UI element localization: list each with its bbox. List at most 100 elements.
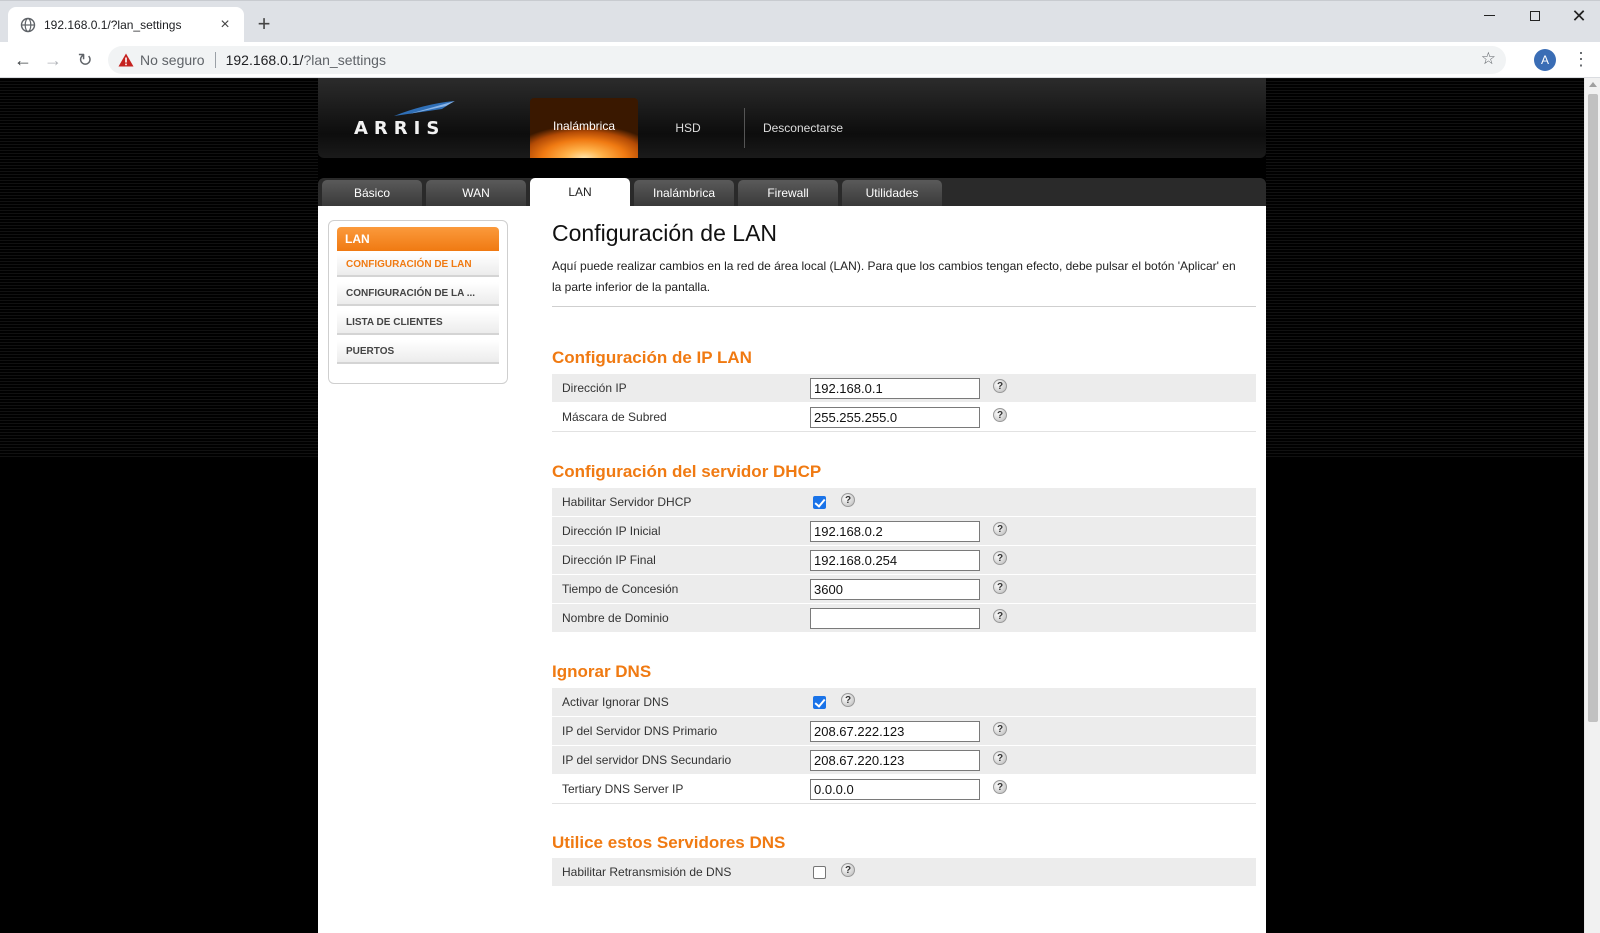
background-stripes-right	[1266, 78, 1584, 458]
sidebar-item-lan-config[interactable]: CONFIGURACIÓN DE LAN	[337, 253, 499, 277]
nav-divider	[744, 108, 745, 148]
help-icon[interactable]: ?	[993, 551, 1007, 565]
help-icon[interactable]: ?	[993, 722, 1007, 736]
tab-wan[interactable]: WAN	[426, 180, 526, 206]
help-icon[interactable]: ?	[993, 780, 1007, 794]
dns-override-enable-label: Activar Ignorar DNS	[562, 695, 669, 709]
row-subnet-mask: Máscara de Subred ?	[552, 403, 1256, 432]
page-description: Aquí puede realizar cambios en la red de…	[552, 259, 1236, 294]
dns-tertiary-label: Tertiary DNS Server IP	[562, 782, 684, 796]
arris-logo: ARRIS	[354, 100, 464, 140]
dhcp-end-label: Dirección IP Final	[562, 553, 656, 567]
bookmark-star-icon[interactable]: ☆	[1481, 49, 1496, 69]
url-path: ?lan_settings	[303, 52, 386, 68]
tab-title: 192.168.0.1/?lan_settings	[44, 18, 182, 32]
sidebar-item-client-list[interactable]: LISTA DE CLIENTES	[337, 311, 499, 335]
sidebar-item-ports[interactable]: PUERTOS	[337, 340, 499, 364]
sidebar-title: LAN	[337, 227, 499, 251]
arris-swoosh-icon	[394, 101, 455, 116]
reload-button[interactable]: ↻	[72, 47, 98, 73]
nav-logout[interactable]: Desconectarse	[748, 98, 858, 158]
router-page: ARRIS Inalámbrica HSD Desconectarse Bási…	[318, 78, 1266, 933]
subtab-bar: Básico WAN LAN Inalámbrica Firewall Util…	[318, 178, 1266, 206]
forward-button[interactable]: →	[40, 47, 66, 73]
profile-avatar[interactable]: A	[1534, 49, 1556, 71]
dhcp-enable-checkbox[interactable]	[813, 496, 826, 509]
page-scrollbar[interactable]	[1584, 78, 1600, 933]
row-dns-primary: IP del Servidor DNS Primario ?	[552, 717, 1256, 746]
address-separator	[214, 52, 216, 68]
row-domain-name: Nombre de Dominio ?	[552, 604, 1256, 633]
back-button[interactable]: ←	[10, 47, 36, 73]
divider	[552, 306, 1256, 307]
dns-primary-input[interactable]	[810, 721, 980, 742]
domain-name-input[interactable]	[810, 608, 980, 629]
subnet-mask-label: Máscara de Subred	[562, 410, 667, 424]
tab-firewall[interactable]: Firewall	[738, 180, 838, 206]
lease-time-input[interactable]	[810, 579, 980, 600]
new-tab-button[interactable]: +	[252, 13, 276, 37]
ip-address-input[interactable]	[810, 378, 980, 399]
browser-tabstrip: 192.168.0.1/?lan_settings × + ✕	[0, 0, 1600, 43]
section-title-ip-lan: Configuración de IP LAN	[552, 348, 752, 367]
maximize-window-button[interactable]	[1512, 1, 1558, 33]
nav-hsd[interactable]: HSD	[648, 98, 728, 158]
dhcp-enable-label: Habilitar Servidor DHCP	[562, 495, 692, 509]
sidebar: LAN CONFIGURACIÓN DE LAN CONFIGURACIÓN D…	[328, 220, 508, 384]
content-panel: LAN CONFIGURACIÓN DE LAN CONFIGURACIÓN D…	[318, 206, 1266, 933]
help-icon[interactable]: ?	[993, 751, 1007, 765]
tab-inalambrica[interactable]: Inalámbrica	[634, 180, 734, 206]
tab-lan[interactable]: LAN	[530, 178, 630, 206]
page-title: Configuración de LAN	[552, 220, 778, 246]
row-dns-tertiary: Tertiary DNS Server IP ?	[552, 775, 1256, 804]
minimize-window-button[interactable]	[1466, 1, 1512, 33]
row-dns-override-enable: Activar Ignorar DNS ?	[552, 688, 1256, 717]
dhcp-end-input[interactable]	[810, 550, 980, 571]
help-icon[interactable]: ?	[993, 408, 1007, 422]
dns-secondary-label: IP del servidor DNS Secundario	[562, 753, 732, 767]
help-icon[interactable]: ?	[993, 609, 1007, 623]
help-icon[interactable]: ?	[993, 580, 1007, 594]
help-icon[interactable]: ?	[841, 863, 855, 877]
warning-icon	[118, 53, 134, 67]
domain-name-label: Nombre de Dominio	[562, 611, 669, 625]
scroll-thumb[interactable]	[1588, 94, 1598, 722]
dns-override-checkbox[interactable]	[813, 696, 826, 709]
dns-secondary-input[interactable]	[810, 750, 980, 771]
dns-relay-label: Habilitar Retransmisión de DNS	[562, 865, 732, 879]
row-dns-secondary: IP del servidor DNS Secundario ?	[552, 746, 1256, 775]
router-header: ARRIS Inalámbrica HSD Desconectarse	[318, 78, 1266, 158]
tab-utilidades[interactable]: Utilidades	[842, 180, 942, 206]
browser-tab[interactable]: 192.168.0.1/?lan_settings ×	[8, 7, 244, 43]
row-lease-time: Tiempo de Concesión ?	[552, 575, 1256, 604]
subnet-mask-input[interactable]	[810, 407, 980, 428]
not-secure-label[interactable]: No seguro	[140, 52, 205, 68]
help-icon[interactable]: ?	[841, 693, 855, 707]
section-title-dhcp: Configuración del servidor DHCP	[552, 462, 822, 481]
url-host: 192.168.0.1/	[225, 52, 304, 68]
close-tab-icon[interactable]: ×	[216, 17, 234, 33]
dns-relay-checkbox[interactable]	[813, 866, 826, 879]
globe-icon	[20, 17, 36, 33]
ip-address-label: Dirección IP	[562, 381, 627, 395]
dhcp-start-input[interactable]	[810, 521, 980, 542]
browser-menu-icon[interactable]: ⋮	[1572, 48, 1590, 70]
url-text[interactable]: 192.168.0.1/?lan_settings	[226, 52, 386, 68]
section-title-dns-relay: Utilice estos Servidores DNS	[552, 833, 786, 852]
help-icon[interactable]: ?	[993, 522, 1007, 536]
row-ip-address: Dirección IP ?	[552, 374, 1256, 403]
close-window-button[interactable]: ✕	[1556, 1, 1600, 33]
dns-tertiary-input[interactable]	[810, 779, 980, 800]
address-bar[interactable]: No seguro 192.168.0.1/?lan_settings ☆	[108, 46, 1506, 74]
help-icon[interactable]: ?	[841, 493, 855, 507]
dns-primary-label: IP del Servidor DNS Primario	[562, 724, 718, 738]
nav-wireless[interactable]: Inalámbrica	[530, 98, 638, 158]
help-icon[interactable]: ?	[993, 379, 1007, 393]
tab-basico[interactable]: Básico	[322, 180, 422, 206]
logo-text: ARRIS	[354, 118, 446, 139]
sidebar-item-lan-config-2[interactable]: CONFIGURACIÓN DE LA ...	[337, 282, 499, 306]
row-dhcp-start: Dirección IP Inicial ?	[552, 517, 1256, 546]
scroll-up-arrow-icon[interactable]	[1589, 82, 1597, 87]
row-dns-relay: Habilitar Retransmisión de DNS ?	[552, 858, 1256, 887]
background-stripes-left	[0, 78, 318, 458]
